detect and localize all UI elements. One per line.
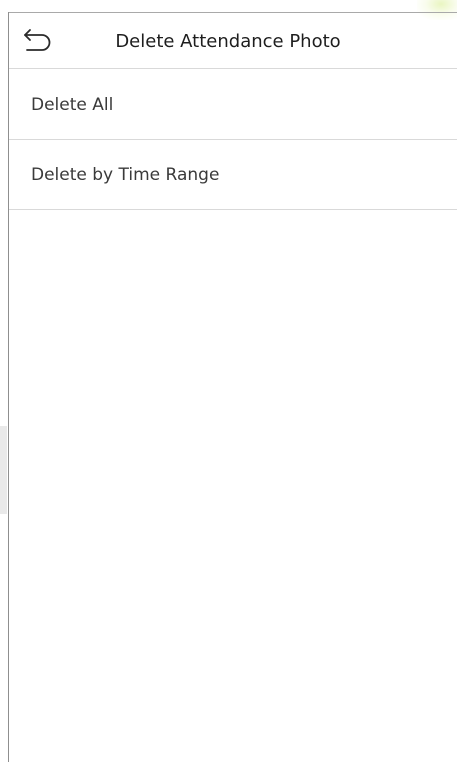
- menu-item-delete-by-time-range[interactable]: Delete by Time Range: [9, 140, 457, 210]
- page-title: Delete Attendance Photo: [115, 31, 341, 52]
- menu-list: Delete All Delete by Time Range: [9, 70, 457, 210]
- screen: Delete Attendance Photo Delete All Delet…: [0, 0, 457, 762]
- side-tab: [0, 426, 7, 514]
- menu-item-label: Delete All: [31, 95, 114, 115]
- menu-item-delete-all[interactable]: Delete All: [9, 70, 457, 140]
- title-bar: Delete Attendance Photo: [9, 13, 457, 69]
- menu-item-label: Delete by Time Range: [31, 165, 220, 185]
